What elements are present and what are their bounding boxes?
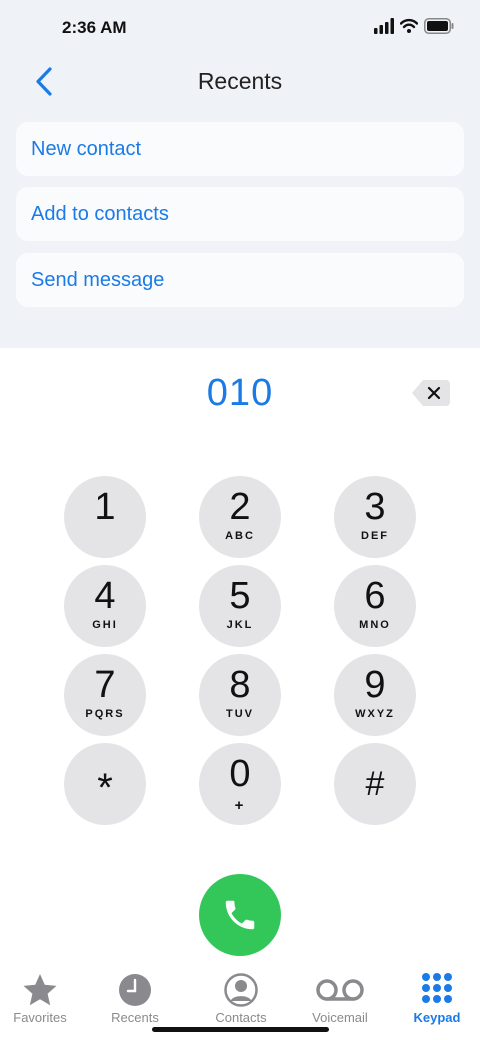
person-icon [224,973,258,1007]
key-3[interactable]: 3 DEF [334,476,416,558]
key-digit: 5 [229,575,251,617]
key-9[interactable]: 9 WXYZ [334,654,416,736]
key-digit: * [97,765,113,810]
key-digit: 9 [364,664,386,706]
new-contact-button[interactable]: New contact [16,122,464,176]
top-panel: 2:36 AM Recents New contact Add to conta… [0,0,480,348]
send-message-button[interactable]: Send message [16,253,464,307]
home-indicator [152,1027,329,1032]
key-letters: + [234,797,246,814]
tab-label: Voicemail [312,1010,368,1025]
tab-label: Recents [111,1010,159,1025]
key-digit: 7 [94,664,116,706]
tab-label: Favorites [13,1010,67,1025]
key-letters: GHI [92,619,118,631]
page-title: Recents [197,68,283,94]
key-digit: 8 [229,664,251,706]
key-letters: ABC [225,530,255,542]
delete-icon [412,380,450,406]
key-letters: WXYZ [355,708,395,720]
key-digit: 3 [364,486,386,528]
battery-icon [424,18,454,34]
voicemail-icon [316,979,364,1001]
tab-label: Contacts [215,1010,267,1025]
tab-voicemail[interactable]: Voicemail [292,968,388,1028]
keypad-icon [422,973,452,1003]
key-5[interactable]: 5 JKL [199,565,281,647]
phone-icon [225,900,255,930]
key-1[interactable]: 1 [64,476,146,558]
key-2[interactable]: 2 ABC [199,476,281,558]
key-4[interactable]: 4 GHI [64,565,146,647]
tab-label: Keypad [413,1010,461,1025]
key-letters: DEF [361,530,389,542]
key-letters: MNO [359,619,391,631]
key-hash[interactable]: # [334,743,416,825]
key-digit: 6 [364,575,386,617]
dialed-number: 010 [206,372,274,414]
key-digit: 0 [229,753,251,795]
key-digit: 2 [229,486,251,528]
tab-contacts[interactable]: Contacts [193,968,289,1028]
status-icons [374,18,454,38]
key-7[interactable]: 7 PQRS [64,654,146,736]
tab-recents[interactable]: Recents [87,968,183,1028]
status-time: 2:36 AM [62,18,127,37]
status-bar: 2:36 AM [0,0,480,56]
delete-button[interactable] [411,378,451,408]
key-digit: # [365,764,385,803]
wifi-icon [400,18,418,33]
nav-bar: Recents [0,56,480,106]
key-digit: 4 [94,575,116,617]
star-icon [23,974,57,1006]
key-letters: JKL [226,619,254,631]
tab-keypad[interactable]: Keypad [389,968,480,1028]
call-button[interactable] [199,874,281,956]
tab-favorites[interactable]: Favorites [0,968,88,1028]
key-star[interactable]: * [64,743,146,825]
key-letters: TUV [226,708,254,720]
key-8[interactable]: 8 TUV [199,654,281,736]
key-6[interactable]: 6 MNO [334,565,416,647]
signal-icon [374,18,394,34]
key-letters: PQRS [85,708,125,720]
add-to-contacts-button[interactable]: Add to contacts [16,187,464,241]
key-0[interactable]: 0 + [199,743,281,825]
clock-icon [119,974,151,1006]
key-digit: 1 [94,486,116,528]
